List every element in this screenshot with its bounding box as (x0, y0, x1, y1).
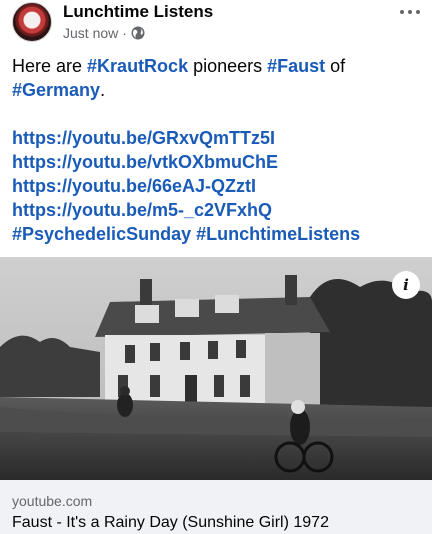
intro-text: Here are (12, 56, 88, 76)
post-timestamp[interactable]: Just now (63, 25, 118, 41)
hashtag-germany[interactable]: #Germany (12, 80, 100, 100)
intro-text: pioneers (188, 56, 268, 76)
video-thumbnail[interactable]: i (0, 257, 432, 480)
link-preview[interactable]: youtube.com Faust - It's a Rainy Day (Su… (0, 480, 432, 534)
hashtag-faust[interactable]: #Faust (267, 56, 325, 76)
page-name[interactable]: Lunchtime Listens (63, 2, 213, 22)
page-avatar[interactable] (12, 2, 52, 42)
hashtag-krautrock[interactable]: #KrautRock (87, 56, 188, 76)
hashtag-lunchtimelistens[interactable]: #LunchtimeListens (196, 224, 360, 244)
video-info-button[interactable]: i (392, 271, 420, 299)
post-body: Here are #KrautRock pioneers #Faust of #… (12, 54, 424, 246)
youtube-link[interactable]: https://youtu.be/66eAJ-QZztI (12, 174, 424, 198)
youtube-link[interactable]: https://youtu.be/GRxvQmTTz5I (12, 126, 424, 150)
youtube-link[interactable]: https://youtu.be/vtkOXbmuChE (12, 150, 424, 174)
youtube-link[interactable]: https://youtu.be/m5-_c2VFxhQ (12, 198, 424, 222)
intro-line-1: Here are #KrautRock pioneers #Faust of (12, 54, 424, 78)
hashtag-line: #PsychedelicSunday #LunchtimeListens (12, 222, 424, 246)
video-still-image (0, 257, 432, 480)
post-header: Lunchtime Listens Just now · (0, 0, 432, 52)
globe-icon (131, 26, 145, 40)
intro-text: . (100, 80, 106, 100)
more-options-icon[interactable] (398, 2, 422, 22)
preview-domain: youtube.com (12, 493, 93, 509)
intro-line-2: #Germany. (12, 78, 424, 102)
intro-text: of (325, 56, 346, 76)
meta-separator: · (122, 25, 127, 41)
hashtag-psychedelicsunday[interactable]: #PsychedelicSunday (12, 224, 191, 244)
post-meta: Just now · (63, 25, 145, 41)
preview-title[interactable]: Faust - It's a Rainy Day (Sunshine Girl)… (12, 514, 329, 532)
